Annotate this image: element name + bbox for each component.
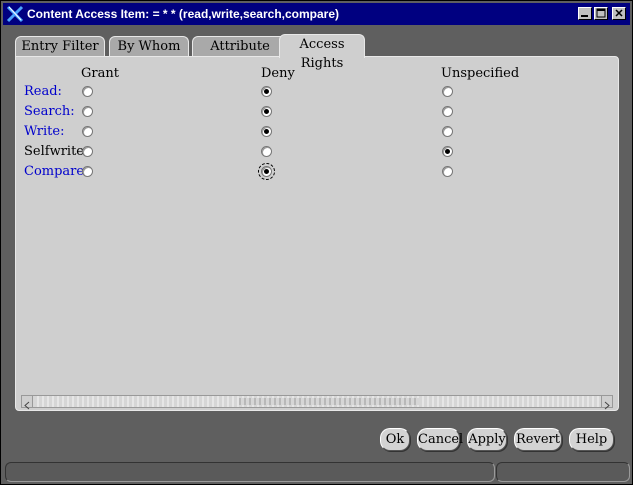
- compare-unspecified-radio[interactable]: [442, 166, 453, 177]
- scrollbar-grip: [239, 398, 419, 405]
- tab-access-rights[interactable]: Access Rights: [279, 34, 365, 71]
- write-deny-radio[interactable]: [261, 126, 272, 137]
- selfwrite-grant-radio[interactable]: [82, 146, 93, 157]
- search-deny-radio[interactable]: [261, 106, 272, 117]
- tab-strip: Entry Filter By Whom Attribute Access Ri…: [15, 34, 619, 71]
- compare-grant-radio[interactable]: [82, 166, 93, 177]
- horizontal-scrollbar[interactable]: [21, 395, 613, 410]
- column-header-grant: Grant: [81, 66, 119, 81]
- help-button[interactable]: Help: [569, 428, 614, 451]
- write-unspecified-radio[interactable]: [442, 126, 453, 137]
- column-header-deny: Deny: [261, 66, 295, 81]
- status-bar: [5, 462, 630, 482]
- ok-button[interactable]: Ok: [380, 428, 410, 451]
- status-field-main: [5, 462, 495, 482]
- read-deny-radio[interactable]: [261, 86, 272, 97]
- minimize-icon: [581, 15, 588, 17]
- row-label-write: Write:: [24, 124, 65, 139]
- access-rights-panel: Grant Deny Unspecified Read: Search: Wri…: [15, 56, 619, 411]
- column-header-unspecified: Unspecified: [441, 66, 520, 81]
- cancel-button[interactable]: Cancel: [417, 428, 463, 451]
- minimize-button[interactable]: [578, 7, 592, 20]
- scroll-right-button[interactable]: [601, 396, 612, 410]
- compare-deny-radio[interactable]: [258, 163, 275, 180]
- row-label-search: Search:: [24, 104, 75, 119]
- row-label-compare: Compare:: [24, 164, 89, 179]
- scroll-left-button[interactable]: [22, 396, 33, 410]
- tab-entry-filter[interactable]: Entry Filter: [15, 36, 105, 57]
- selfwrite-deny-radio[interactable]: [261, 146, 272, 157]
- status-field-secondary: [496, 462, 630, 482]
- read-grant-radio[interactable]: [82, 86, 93, 97]
- read-unspecified-radio[interactable]: [442, 86, 453, 97]
- search-unspecified-radio[interactable]: [442, 106, 453, 117]
- apply-button[interactable]: Apply: [467, 428, 507, 451]
- maximize-button[interactable]: [594, 7, 608, 20]
- window-title: Content Access Item: = * * (read,write,s…: [27, 7, 339, 21]
- revert-button[interactable]: Revert: [514, 428, 562, 451]
- close-button[interactable]: [612, 7, 626, 20]
- tab-attribute[interactable]: Attribute: [192, 36, 288, 57]
- tab-by-whom[interactable]: By Whom: [109, 36, 189, 57]
- write-grant-radio[interactable]: [82, 126, 93, 137]
- row-label-read: Read:: [24, 84, 62, 99]
- content-access-item-window: Content Access Item: = * * (read,write,s…: [0, 0, 633, 485]
- scrollbar-thumb[interactable]: [34, 396, 600, 407]
- maximize-icon: [596, 8, 606, 18]
- arrow-right-icon: [604, 401, 610, 410]
- search-grant-radio[interactable]: [82, 106, 93, 117]
- selfwrite-unspecified-radio[interactable]: [442, 146, 453, 157]
- row-label-selfwrite: Selfwrite:: [24, 144, 89, 159]
- arrow-left-icon: [24, 401, 30, 410]
- x-logo-icon: [6, 5, 24, 23]
- close-icon: [615, 9, 623, 17]
- title-bar[interactable]: Content Access Item: = * * (read,write,s…: [3, 3, 630, 25]
